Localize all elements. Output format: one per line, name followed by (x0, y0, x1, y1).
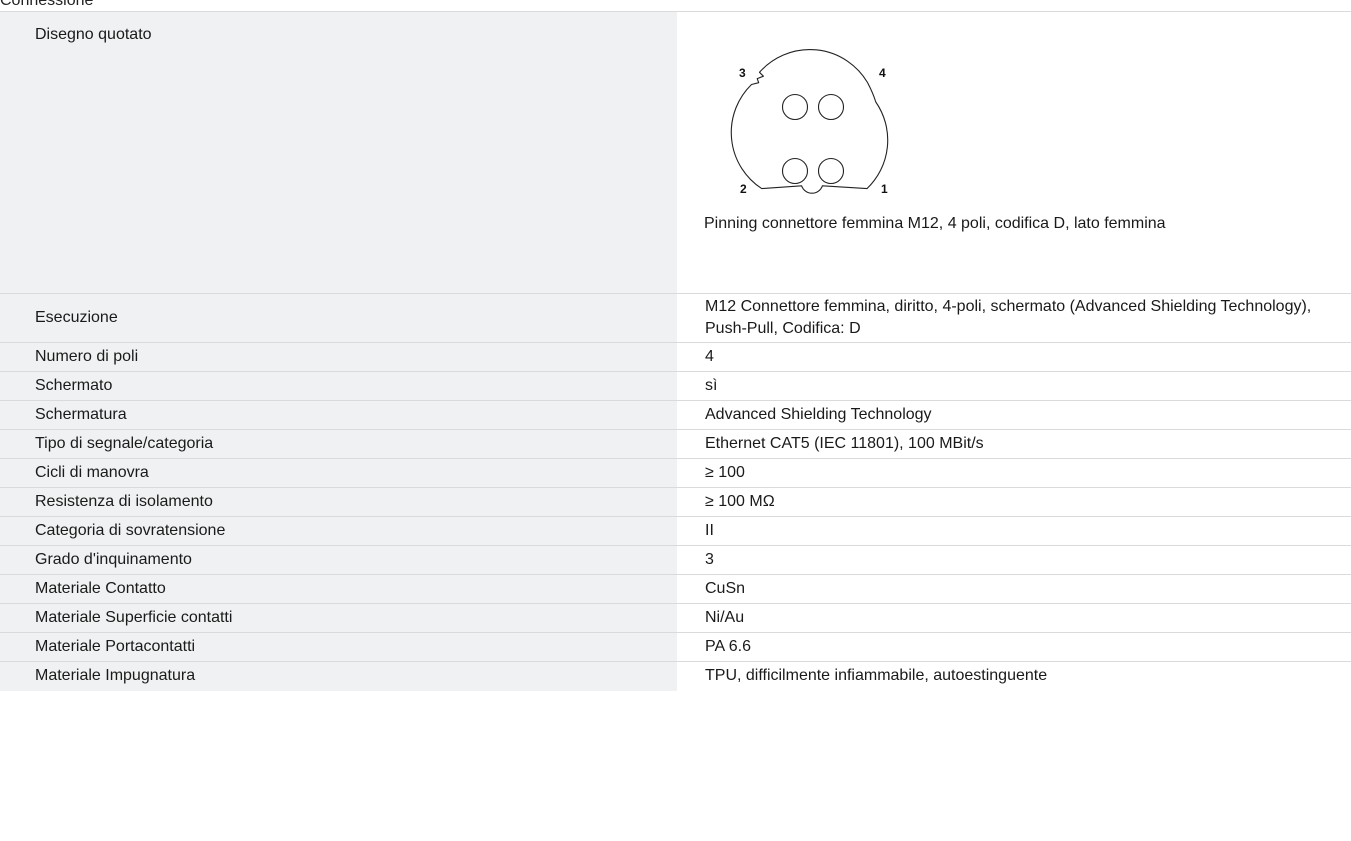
spec-label: Disegno quotato (0, 11, 677, 294)
spec-value: Ethernet CAT5 (IEC 11801), 100 MBit/s (677, 429, 1351, 459)
spec-value-drawing: 3 4 2 1 Pinning connettore femmina M12, … (677, 11, 1351, 294)
pin-number-label: 2 (740, 182, 747, 196)
table-row: Materiale Contatto CuSn (0, 574, 1351, 604)
spec-label: Schermatura (0, 400, 677, 430)
spec-value: II (677, 516, 1351, 546)
pin-contact (817, 157, 845, 185)
table-row: Materiale Impugnatura TPU, difficilmente… (0, 661, 1351, 691)
spec-label: Materiale Superficie contatti (0, 603, 677, 633)
table-row: Schermato sì (0, 371, 1351, 401)
spec-label: Grado d'inquinamento (0, 545, 677, 575)
pin-contact (817, 93, 845, 121)
spec-label: Tipo di segnale/categoria (0, 429, 677, 459)
pin-contact (781, 93, 809, 121)
section-heading: Connessione (0, 0, 94, 9)
spec-label: Cicli di manovra (0, 458, 677, 488)
table-row: Cicli di manovra ≥ 100 (0, 458, 1351, 488)
table-row: Materiale Portacontatti PA 6.6 (0, 632, 1351, 662)
spec-value: ≥ 100 (677, 458, 1351, 488)
pin-number-label: 1 (881, 182, 888, 196)
spec-label: Materiale Contatto (0, 574, 677, 604)
spec-label: Materiale Portacontatti (0, 632, 677, 662)
spec-value: 3 (677, 545, 1351, 575)
pin-contact (781, 157, 809, 185)
spec-label: Categoria di sovratensione (0, 516, 677, 546)
specification-table: Disegno quotato 3 4 2 1 Pinning connetto… (0, 11, 1351, 691)
spec-label: Materiale Impugnatura (0, 661, 677, 691)
spec-value: M12 Connettore femmina, diritto, 4-poli,… (677, 293, 1351, 343)
spec-value: TPU, difficilmente infiammabile, autoest… (677, 661, 1351, 691)
table-row: Numero di poli 4 (0, 342, 1351, 372)
pin-number-label: 4 (879, 66, 886, 80)
table-row: Tipo di segnale/categoria Ethernet CAT5 … (0, 429, 1351, 459)
spec-value: CuSn (677, 574, 1351, 604)
spec-label: Esecuzione (0, 293, 677, 343)
spec-value: Ni/Au (677, 603, 1351, 633)
pin-number-label: 3 (739, 66, 746, 80)
table-row: Esecuzione M12 Connettore femmina, dirit… (0, 293, 1351, 343)
m12-pinning-drawing: 3 4 2 1 (730, 49, 889, 196)
table-row: Categoria di sovratensione II (0, 516, 1351, 546)
spec-label: Resistenza di isolamento (0, 487, 677, 517)
table-row: Resistenza di isolamento ≥ 100 MΩ (0, 487, 1351, 517)
table-row-dimensional-drawing: Disegno quotato 3 4 2 1 Pinning connetto… (0, 11, 1351, 294)
spec-label: Numero di poli (0, 342, 677, 372)
table-row: Grado d'inquinamento 3 (0, 545, 1351, 575)
spec-value: PA 6.6 (677, 632, 1351, 662)
drawing-caption: Pinning connettore femmina M12, 4 poli, … (704, 215, 1166, 232)
spec-label: Schermato (0, 371, 677, 401)
spec-value: ≥ 100 MΩ (677, 487, 1351, 517)
spec-value: 4 (677, 342, 1351, 372)
table-row: Schermatura Advanced Shielding Technolog… (0, 400, 1351, 430)
table-row: Materiale Superficie contatti Ni/Au (0, 603, 1351, 633)
spec-value: sì (677, 371, 1351, 401)
spec-value: Advanced Shielding Technology (677, 400, 1351, 430)
connector-outline (730, 49, 889, 194)
